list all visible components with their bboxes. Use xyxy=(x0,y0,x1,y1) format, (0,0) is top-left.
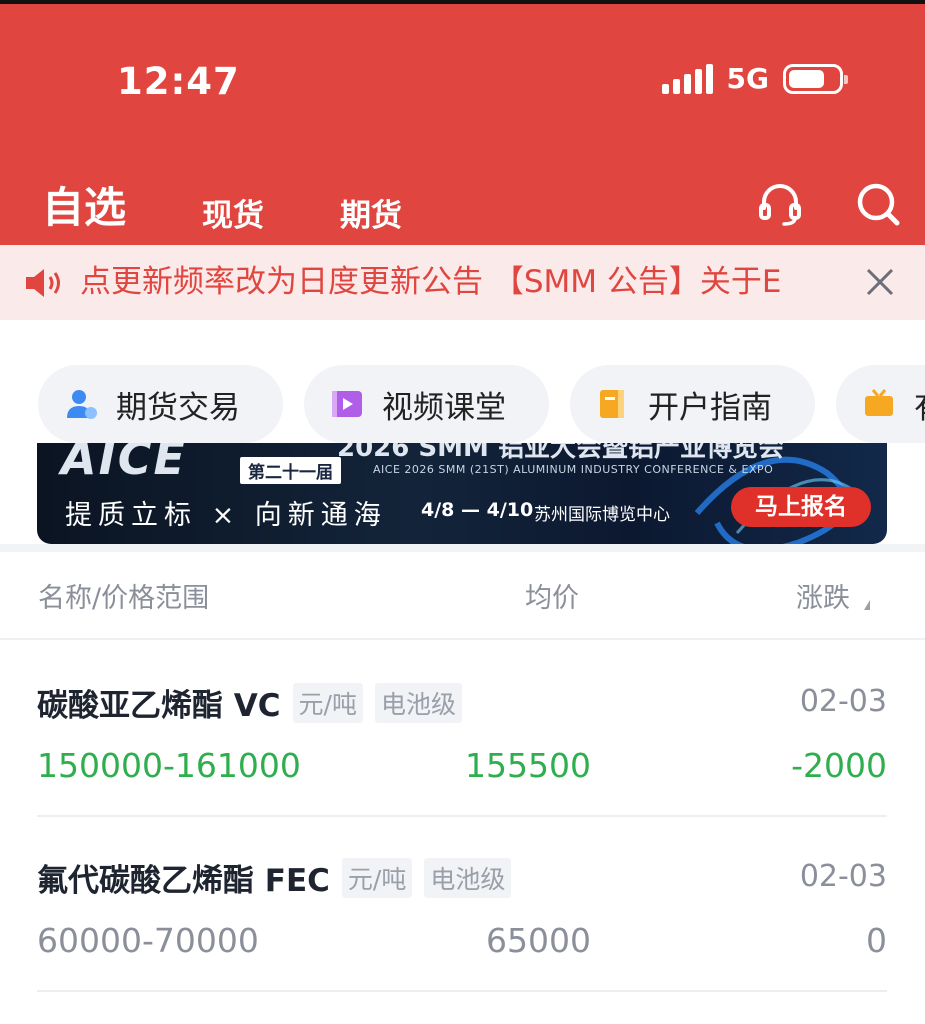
main-tabs: 自选 现货 期货 xyxy=(42,174,478,235)
price-change: -2000 xyxy=(791,746,887,785)
shortcut-account-guide[interactable]: 开户指南 xyxy=(570,365,815,443)
grade-tag: 电池级 xyxy=(374,682,462,723)
price-range: 60000-70000 xyxy=(37,921,259,960)
header-change[interactable]: 涨跌 xyxy=(796,576,850,615)
close-icon[interactable] xyxy=(863,265,897,299)
banner-date: 4/8 — 4/10 xyxy=(421,499,534,521)
shortcut-label: 视频课堂 xyxy=(382,389,506,426)
shortcut-label: 开户指南 xyxy=(648,389,772,426)
status-indicators: 5G xyxy=(661,62,848,95)
table-header: 名称/价格范围 均价 涨跌 xyxy=(0,552,925,640)
product-name: 氟代碳酸乙烯酯 FEC xyxy=(37,863,330,899)
banner-brand: AICE xyxy=(61,443,187,485)
tv-icon xyxy=(865,389,893,416)
banner-venue: 苏州国际博览中心 xyxy=(534,505,670,525)
price-change: 0 xyxy=(866,921,887,960)
video-icon xyxy=(332,391,362,417)
shortcut-more[interactable]: 有 xyxy=(836,365,925,443)
banner-slogan: 提质立标 × 向新通海 xyxy=(65,500,387,531)
battery-icon xyxy=(783,63,848,94)
user-badge-icon xyxy=(67,390,97,419)
register-button[interactable]: 马上报名 xyxy=(731,487,871,527)
price-date: 02-03 xyxy=(799,859,887,894)
price-date: 02-03 xyxy=(799,684,887,719)
shortcut-label: 期货交易 xyxy=(116,389,240,426)
network-type: 5G xyxy=(726,62,769,95)
unit-tag: 元/吨 xyxy=(341,857,413,898)
section-divider xyxy=(0,544,925,552)
header-name-range: 名称/价格范围 xyxy=(38,583,210,614)
speaker-icon xyxy=(26,269,60,297)
tab-futures[interactable]: 期货 xyxy=(340,190,402,235)
average-price: 65000 xyxy=(486,921,591,960)
status-time: 12:47 xyxy=(117,60,240,103)
banner-edition: 第二十一届 xyxy=(240,457,341,484)
signal-icon xyxy=(661,63,713,94)
conference-banner[interactable]: AICE 2026 SMM 铝业大会暨铝产业博览会 第二十一届 AICE 202… xyxy=(37,443,887,544)
shortcut-row: 期货交易 视频课堂 开户指南 有 xyxy=(0,365,925,443)
unit-tag: 元/吨 xyxy=(292,682,363,723)
header-average: 均价 xyxy=(525,583,579,614)
shortcut-video-class[interactable]: 视频课堂 xyxy=(304,365,549,443)
average-price: 155500 xyxy=(465,746,591,785)
table-row[interactable]: 碳酸亚乙烯酯 VC 元/吨 电池级 02-03 150000-161000 15… xyxy=(37,642,887,817)
grade-tag: 电池级 xyxy=(424,857,512,898)
tab-watchlist[interactable]: 自选 xyxy=(42,174,126,235)
table-row[interactable]: 氟代碳酸乙烯酯 FEC 元/吨 电池级 02-03 60000-70000 65… xyxy=(37,817,887,992)
app-header: 12:47 5G 自选 现货 期货 xyxy=(0,0,925,245)
search-icon[interactable] xyxy=(854,180,902,228)
tab-spot[interactable]: 现货 xyxy=(202,190,264,235)
sort-icon[interactable] xyxy=(864,600,870,610)
announcement-text: 点更新频率改为日度更新公告 【SMM 公告】关于E xyxy=(80,264,782,300)
shortcut-futures-trading[interactable]: 期货交易 xyxy=(38,365,283,443)
price-range: 150000-161000 xyxy=(37,746,301,785)
customer-service-icon[interactable] xyxy=(756,180,804,228)
banner-title: 2026 SMM 铝业大会暨铝产业博览会 xyxy=(337,443,784,463)
book-icon xyxy=(600,390,624,418)
shortcut-label: 有 xyxy=(914,382,925,427)
banner-english: AICE 2026 SMM (21ST) ALUMINUM INDUSTRY C… xyxy=(373,463,774,476)
announcement-bar[interactable]: 点更新频率改为日度更新公告 【SMM 公告】关于E xyxy=(0,245,925,320)
product-name: 碳酸亚乙烯酯 VC xyxy=(37,688,281,724)
